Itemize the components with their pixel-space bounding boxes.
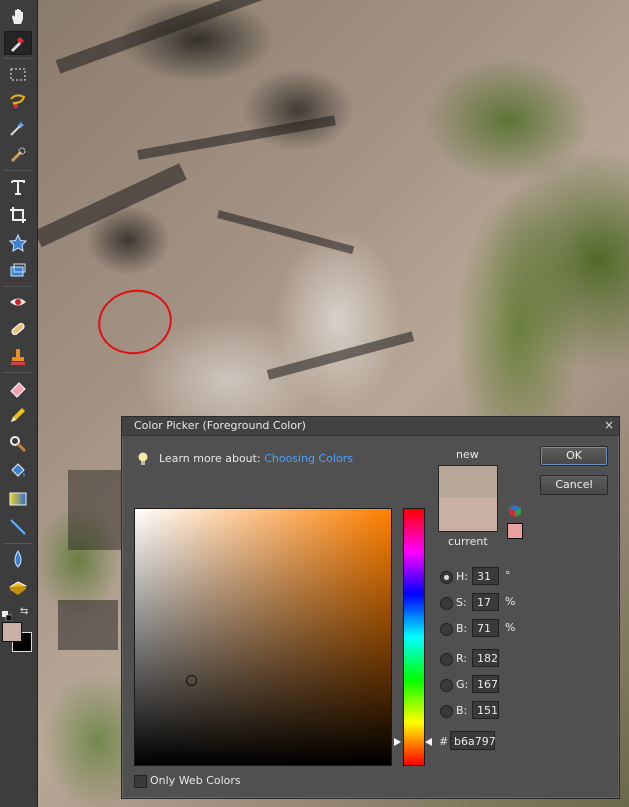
sponge-tool[interactable] (4, 575, 32, 599)
hex-hash-label: # (439, 735, 449, 748)
magic-wand-icon (10, 121, 25, 136)
paint-bucket-tool[interactable] (4, 459, 32, 483)
hue-slider-right-arrow[interactable] (425, 738, 432, 746)
quick-selection-tool[interactable] (4, 143, 32, 167)
lightbulb-icon (138, 452, 148, 465)
pencil-icon (11, 408, 25, 422)
sponge-icon (9, 581, 27, 595)
learn-more-text: Learn more about: Choosing Colors (159, 452, 353, 465)
line-tool[interactable] (4, 515, 32, 539)
color-picker-dialog: Color Picker (Foreground Color) × Learn … (121, 416, 620, 799)
brightness-input[interactable]: 71 (472, 619, 499, 637)
toolbox-divider (3, 58, 33, 59)
swap-colors-icon[interactable]: ⇆ (20, 606, 28, 617)
hue-radio[interactable] (440, 571, 453, 584)
red-label: R: (456, 652, 468, 665)
hand-tool[interactable] (4, 4, 32, 28)
saturation-input[interactable]: 17 (472, 593, 499, 611)
toolbox: ⇆ (0, 0, 38, 807)
straighten-tool[interactable] (4, 259, 32, 283)
brightness-unit: % (505, 621, 516, 634)
marquee-tool[interactable] (4, 62, 32, 86)
gradient-icon (9, 492, 27, 506)
hand-icon (12, 9, 23, 24)
brightness-radio[interactable] (440, 623, 453, 636)
cookie-cutter-tool[interactable] (4, 231, 32, 255)
eyedropper-icon (11, 37, 24, 52)
pencil-tool[interactable] (4, 403, 32, 427)
saturation-unit: % (505, 595, 516, 608)
ok-button[interactable]: OK (540, 446, 608, 466)
new-color-swatch (438, 465, 498, 499)
brush-tool[interactable] (4, 431, 32, 455)
healing-brush-icon (11, 322, 25, 336)
choosing-colors-link[interactable]: Choosing Colors (264, 452, 353, 465)
hue-slider-left-arrow[interactable] (394, 738, 401, 746)
quick-selection-icon (10, 147, 26, 163)
blur-tool[interactable] (4, 547, 32, 571)
current-color-swatch[interactable] (438, 498, 498, 532)
color-field-cursor[interactable] (186, 675, 197, 686)
close-icon[interactable]: × (604, 418, 614, 432)
cube-icon[interactable] (508, 504, 522, 518)
saturation-label: S: (456, 596, 467, 609)
cookie-cutter-icon (8, 233, 28, 252)
toolbox-divider (3, 170, 33, 171)
red-radio[interactable] (440, 653, 453, 666)
blur-icon (14, 550, 22, 568)
brush-icon (10, 436, 27, 453)
healing-brush-tool[interactable] (4, 317, 32, 341)
brightness-label: B: (456, 622, 468, 635)
foreground-color-swatch[interactable] (2, 622, 22, 642)
cancel-button[interactable]: Cancel (540, 475, 608, 495)
crop-tool[interactable] (4, 203, 32, 227)
dialog-title: Color Picker (Foreground Color) (134, 419, 306, 432)
red-eye-tool[interactable] (4, 290, 32, 314)
toolbox-divider (3, 286, 33, 287)
lasso-tool[interactable] (4, 89, 32, 113)
only-web-colors-label: Only Web Colors (150, 774, 241, 787)
hue-unit: ° (505, 569, 511, 582)
default-colors-icon[interactable] (2, 606, 13, 622)
hue-label: H: (456, 570, 468, 583)
blue-input[interactable]: 151 (472, 701, 499, 719)
clone-stamp-tool[interactable] (4, 345, 32, 369)
eraser-icon (10, 382, 26, 398)
gradient-tool[interactable] (4, 487, 32, 511)
green-radio[interactable] (440, 679, 453, 692)
blue-radio[interactable] (440, 705, 453, 718)
type-tool[interactable] (4, 175, 32, 199)
marquee-icon (10, 68, 26, 81)
paint-bucket-icon (11, 463, 25, 477)
green-input[interactable]: 167 (472, 675, 499, 693)
color-field[interactable] (134, 508, 392, 766)
toolbox-divider (3, 543, 33, 544)
gamut-warning-swatch[interactable] (507, 523, 523, 539)
clone-stamp-icon (11, 349, 25, 365)
blue-label: B: (456, 704, 468, 717)
straighten-icon (10, 263, 26, 277)
toolbox-divider (3, 372, 33, 373)
magic-wand-tool[interactable] (4, 116, 32, 140)
lasso-icon (10, 94, 26, 109)
new-color-label: new (456, 448, 479, 461)
saturation-radio[interactable] (440, 597, 453, 610)
line-icon (10, 519, 26, 535)
hue-input[interactable]: 31 (472, 567, 499, 585)
crop-icon (10, 207, 26, 223)
red-input[interactable]: 182 (472, 649, 499, 667)
type-icon (11, 180, 25, 195)
eraser-tool[interactable] (4, 376, 32, 400)
hex-input[interactable]: b6a797 (450, 731, 496, 750)
learn-more-prefix: Learn more about: (159, 452, 261, 465)
eyedropper-tool[interactable] (4, 31, 32, 55)
dialog-title-bar[interactable]: Color Picker (Foreground Color) × (122, 417, 619, 436)
hue-slider[interactable] (403, 508, 425, 766)
red-circle-annotation (92, 283, 178, 361)
only-web-colors-checkbox[interactable] (134, 775, 147, 788)
current-color-label: current (448, 535, 488, 548)
green-label: G: (456, 678, 469, 691)
red-eye-icon (10, 298, 26, 306)
